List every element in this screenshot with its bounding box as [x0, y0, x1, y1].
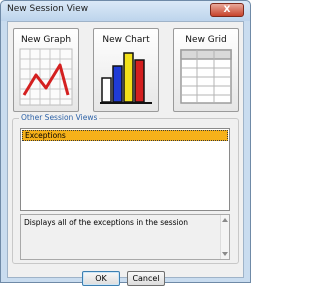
session-views-list[interactable]: Exceptions [20, 128, 230, 211]
description-text: Displays all of the exceptions in the se… [24, 218, 189, 227]
cancel-button[interactable]: Cancel [127, 271, 165, 286]
title-bar[interactable]: New Session View X [1, 1, 250, 21]
list-item-exceptions[interactable]: Exceptions [22, 130, 228, 141]
new-graph-button[interactable]: New Graph [13, 28, 79, 112]
scroll-up-icon[interactable] [222, 218, 228, 222]
new-graph-label: New Graph [20, 35, 72, 45]
bar-chart-icon [100, 52, 152, 104]
close-button[interactable]: X [210, 3, 244, 17]
window-title: New Session View [7, 4, 89, 14]
description-scrollbar[interactable] [220, 215, 229, 259]
dialog-window: New Session View X New Graph New Chart N… [0, 0, 251, 286]
grid-icon [180, 49, 232, 104]
new-grid-button[interactable]: New Grid [173, 28, 239, 112]
other-session-views-label: Other Session Views [19, 113, 100, 122]
dialog-client: New Graph New Chart New Grid Other Sessi… [7, 21, 244, 286]
line-graph-icon [19, 48, 73, 106]
scroll-down-icon[interactable] [222, 252, 228, 256]
new-chart-button[interactable]: New Chart [93, 28, 159, 112]
close-icon: X [223, 5, 231, 15]
new-chart-label: New Chart [102, 35, 150, 45]
other-session-views-group: Other Session Views Exceptions Displays … [12, 113, 239, 264]
description-box: Displays all of the exceptions in the se… [20, 214, 230, 260]
ok-button[interactable]: OK [82, 271, 120, 286]
new-grid-label: New Grid [185, 35, 227, 45]
